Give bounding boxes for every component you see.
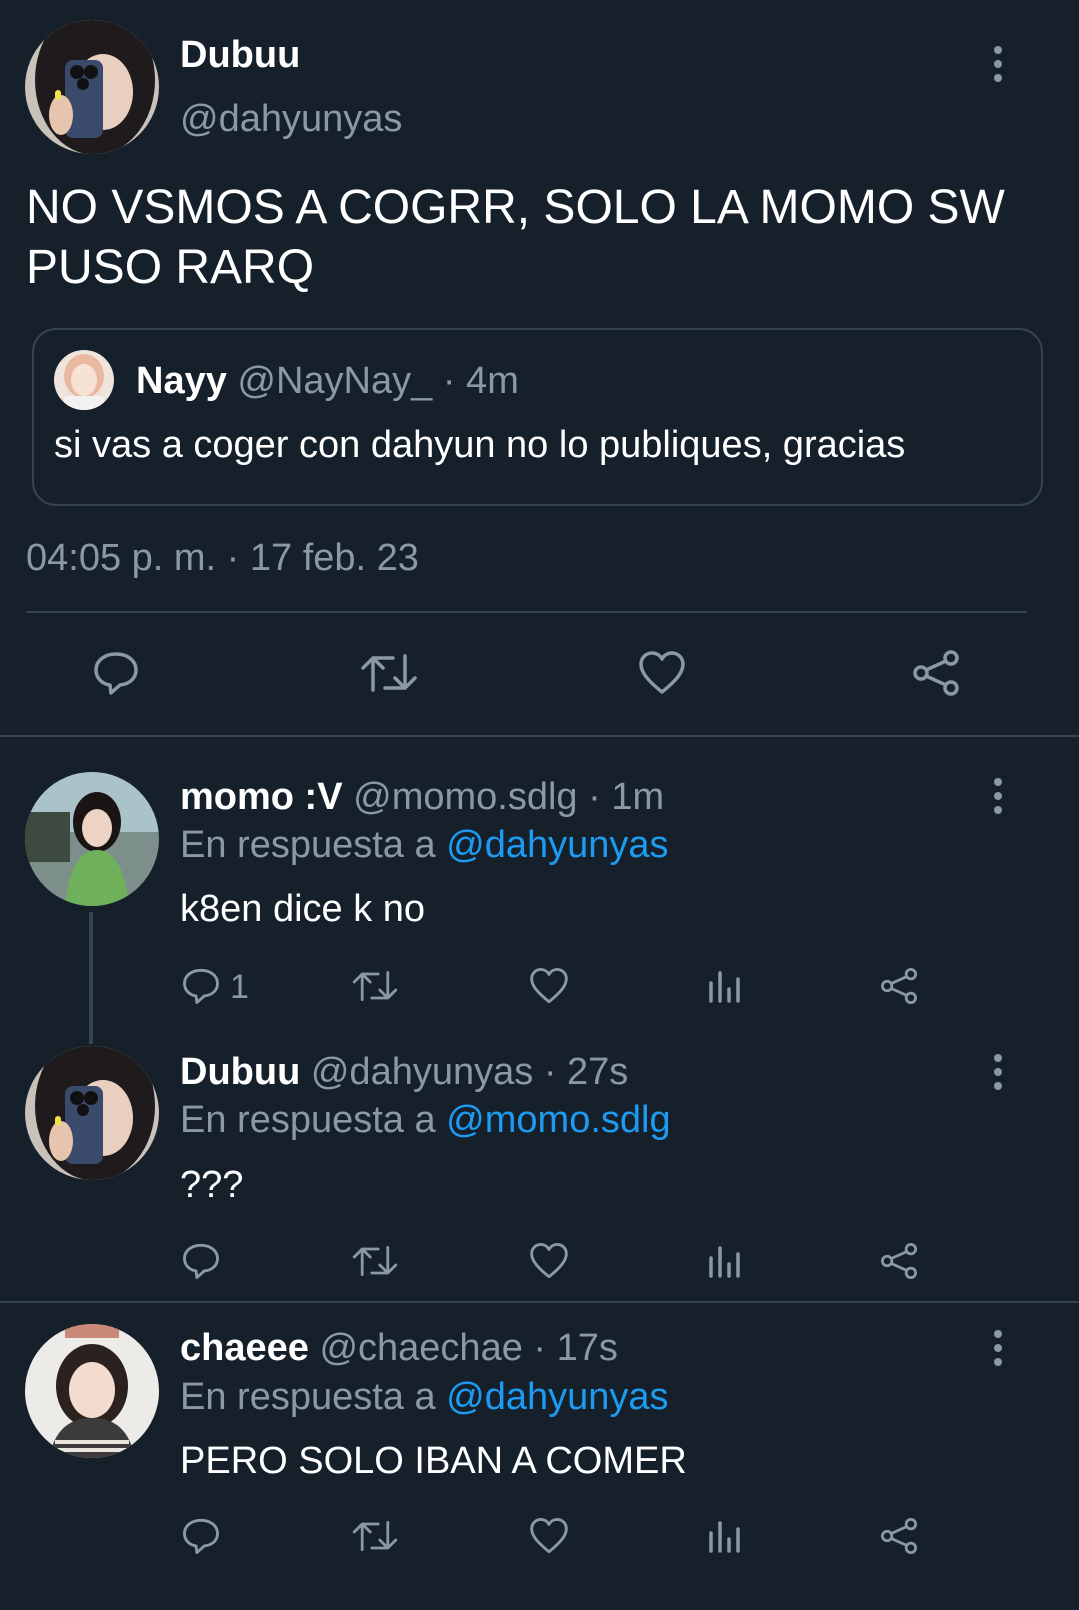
reply-icon[interactable] [178,964,224,1008]
main-tweet-divider [0,735,1079,737]
thread-divider [0,1301,1079,1303]
share-icon[interactable] [876,964,922,1008]
share-icon[interactable] [876,1514,922,1558]
quoted-tweet-header: Nayy @NayNay_ · 4m [136,358,519,404]
reply-context-prefix: En respuesta a [180,1099,436,1141]
reply-header: Dubuu @dahyunyas · 27s [180,1049,628,1095]
reply-display-name[interactable]: chaeee [180,1327,309,1369]
author-avatar[interactable] [25,20,159,154]
reply-header: momo :V @momo.sdlg · 1m [180,774,664,820]
tweet-text-line-2: PUSO RARQ [26,241,315,294]
reply-text: ??? [180,1164,244,1206]
author-handle[interactable]: @dahyunyas [180,96,402,142]
share-icon[interactable] [876,1239,922,1283]
like-icon[interactable] [526,1514,572,1558]
reply-avatar-dubuu[interactable] [25,1046,159,1180]
reply-handle[interactable]: @dahyunyas [311,1051,533,1093]
tweet-timestamp[interactable]: 04:05 p. m. · 17 feb. 23 [26,535,419,581]
reply-header: chaeee @chaechae · 17s [180,1325,618,1371]
retweet-icon[interactable] [350,1239,400,1283]
analytics-icon[interactable] [702,1239,748,1283]
reply-context: En respuesta a @dahyunyas [180,1374,669,1420]
quoted-tweet-text: si vas a coger con dahyun no lo publique… [54,424,906,466]
reply-time: · 17s [533,1327,618,1369]
tweet-text-line-1: NO VSMOS A COGRR, SOLO LA MOMO SW [26,181,1005,234]
quoted-handle[interactable]: @NayNay_ [237,360,432,402]
reply-context: En respuesta a @dahyunyas [180,822,669,868]
reply-time: · 1m [588,776,665,818]
reply-avatar-chaeee[interactable] [25,1324,159,1458]
like-icon[interactable] [526,964,572,1008]
reply-display-name[interactable]: Dubuu [180,1051,300,1093]
reply-text: PERO SOLO IBAN A COMER [180,1440,687,1482]
reply-handle[interactable]: @momo.sdlg [353,776,577,818]
reply-context-mention[interactable]: @dahyunyas [446,1376,668,1418]
quoted-tweet-card[interactable] [32,328,1043,506]
reply-count: 1 [230,968,249,1006]
quoted-time: · 4m [442,360,519,402]
timestamp-divider [26,611,1027,613]
quoted-display-name[interactable]: Nayy [136,360,227,402]
more-options-icon[interactable] [986,1326,1010,1370]
reply-context-prefix: En respuesta a [180,1376,436,1418]
thread-connector-line [89,912,93,1044]
reply-icon[interactable] [88,648,144,698]
reply-text: k8en dice k no [180,888,426,930]
like-icon[interactable] [526,1239,572,1283]
analytics-icon[interactable] [702,1514,748,1558]
author-display-name[interactable]: Dubuu [180,32,300,78]
reply-context-mention[interactable]: @dahyunyas [446,824,668,866]
reply-handle[interactable]: @chaechae [319,1327,522,1369]
more-options-icon[interactable] [986,774,1010,818]
reply-time: · 27s [543,1051,629,1093]
reply-avatar-momo[interactable] [25,772,159,906]
reply-context: En respuesta a @momo.sdlg [180,1097,671,1143]
reply-context-mention[interactable]: @momo.sdlg [446,1099,670,1141]
analytics-icon[interactable] [702,964,748,1008]
retweet-icon[interactable] [350,964,400,1008]
reply-icon[interactable] [178,1514,224,1558]
reply-icon[interactable] [178,1239,224,1283]
retweet-icon[interactable] [350,1514,400,1558]
reply-context-prefix: En respuesta a [180,824,436,866]
more-options-icon[interactable] [986,42,1010,86]
like-icon[interactable] [634,648,690,698]
reply-display-name[interactable]: momo :V [180,776,343,818]
quoted-author-avatar[interactable] [54,350,114,410]
retweet-icon[interactable] [358,648,420,698]
share-icon[interactable] [908,648,964,698]
more-options-icon[interactable] [986,1050,1010,1094]
